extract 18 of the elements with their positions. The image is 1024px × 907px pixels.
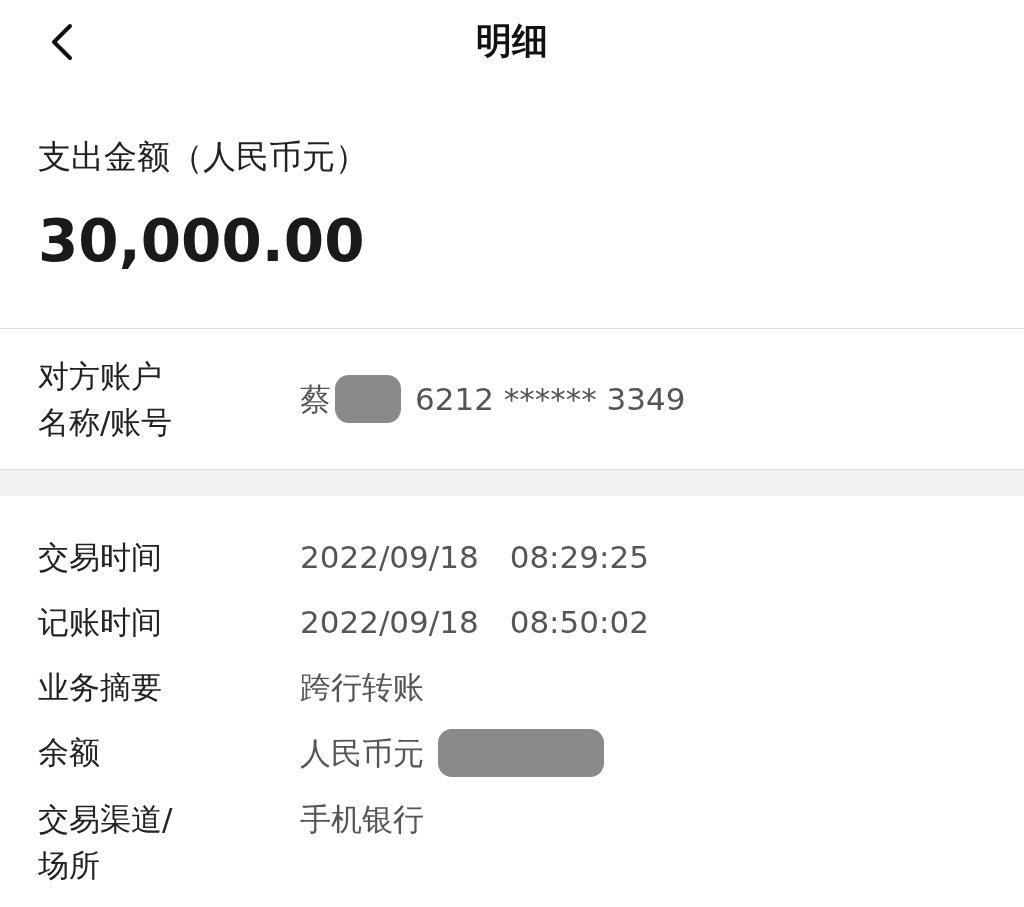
field-label: 交易渠道/: [38, 800, 174, 839]
field-value: 人民币元: [300, 734, 424, 773]
field-label: 场所: [38, 846, 101, 885]
field-label: 记账时间: [38, 603, 163, 642]
field-label: 对方账户: [38, 357, 163, 396]
amount-label: 支出金额（人民币元）: [38, 136, 369, 178]
amount-value: 30,000.00: [38, 206, 366, 276]
account-number: 6212 ****** 3349: [415, 380, 686, 419]
field-value: 跨行转账: [300, 668, 424, 707]
field-value: 2022/09/18 08:29:25: [300, 538, 649, 577]
field-label: 业务摘要: [38, 668, 163, 707]
page-title: 明细: [476, 18, 548, 63]
account-name: 蔡: [300, 380, 331, 419]
field-value: 手机银行: [300, 800, 424, 839]
field-label: 交易时间: [38, 538, 163, 577]
field-label: 余额: [38, 733, 101, 772]
field-value: 2022/09/18 08:50:02: [300, 603, 649, 642]
field-label: 名称/账号: [38, 403, 174, 442]
